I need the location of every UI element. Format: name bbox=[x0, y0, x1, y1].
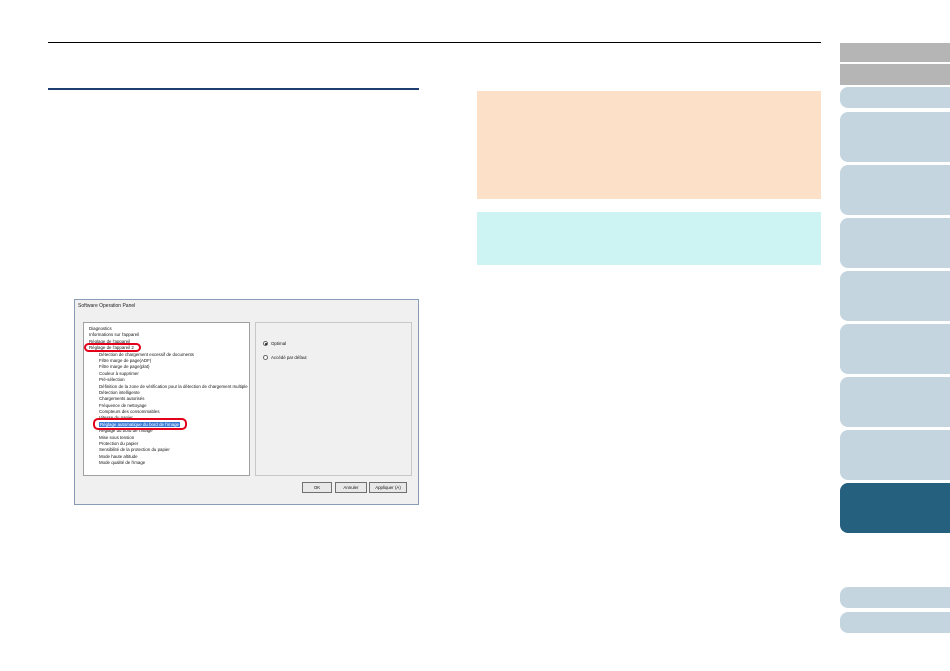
nav-tab-chapter-2[interactable] bbox=[840, 165, 950, 215]
nav-tab-chapter-5[interactable] bbox=[840, 324, 950, 374]
tree-item-label: Mode qualité de l'image bbox=[99, 460, 146, 466]
option-default-label: Accédé par défaut bbox=[271, 355, 307, 360]
tree-item-label: Détection de chargement excessif de docu… bbox=[99, 351, 194, 357]
tree-item-label: Informations sur l'appareil bbox=[89, 332, 140, 338]
tree-item-label: Sensibilité de la protection du papier bbox=[99, 447, 170, 453]
option-default[interactable]: Accédé par défaut bbox=[263, 355, 307, 360]
nav-tab-contents[interactable] bbox=[840, 43, 950, 62]
nav-tab-chapter-4[interactable] bbox=[840, 271, 950, 321]
hint-note-box bbox=[477, 212, 821, 265]
attention-note-box bbox=[477, 91, 821, 199]
tree-item-label: Pré-sélection bbox=[99, 377, 125, 383]
software-operation-panel-screenshot: Software Operation Panel Diagnostics Info… bbox=[74, 299, 419, 505]
option-optimal-label: Optimal bbox=[271, 341, 287, 346]
radio-unchecked-icon bbox=[263, 355, 268, 360]
nav-tab-chapter-3[interactable] bbox=[840, 218, 950, 268]
radio-checked-icon bbox=[263, 341, 268, 346]
tree-item-label: Filtre marge de page(plat) bbox=[99, 364, 150, 370]
tree-item-label: Détection intelligente bbox=[99, 389, 140, 395]
tree-item-label: Protection du papier bbox=[99, 441, 139, 447]
highlight-device-settings-2 bbox=[84, 343, 141, 352]
tree-item-label: Compteurs des consommables bbox=[99, 409, 160, 415]
tree-item-label: Fréquence de nettoyage bbox=[99, 402, 147, 408]
tree-item-label: Diagnostics bbox=[89, 326, 112, 331]
page-top-rule bbox=[48, 42, 821, 43]
tree-item-label: Couleur à supprimer bbox=[99, 370, 139, 376]
nav-tab-chapter-6[interactable] bbox=[840, 377, 950, 427]
nav-tab-glossary[interactable] bbox=[840, 612, 950, 633]
highlight-auto-edge-adjust bbox=[93, 418, 187, 430]
nav-tab-chapter-1[interactable] bbox=[840, 112, 950, 162]
nav-tab-chapter-8-active[interactable] bbox=[840, 483, 950, 533]
apply-button[interactable]: Appliquer (A) bbox=[369, 482, 407, 493]
tree-item[interactable]: Mode qualité de l'image bbox=[84, 460, 249, 466]
tree-item-label: Mode haute altitude bbox=[99, 453, 138, 459]
nav-tab-introduction[interactable] bbox=[840, 87, 950, 108]
options-panel: Optimal Accédé par défaut bbox=[255, 322, 412, 476]
tree-item-label: Chargements autorisés bbox=[99, 396, 145, 402]
nav-tab-chapter-7[interactable] bbox=[840, 430, 950, 480]
nav-tab-index[interactable] bbox=[840, 64, 950, 85]
tree-item-label: Définition de la zone de vérification po… bbox=[99, 383, 248, 389]
dialog-title: Software Operation Panel bbox=[78, 303, 136, 309]
ok-button[interactable]: OK bbox=[302, 482, 332, 493]
nav-tab-appendix[interactable] bbox=[840, 587, 950, 608]
section-heading-rule bbox=[48, 88, 419, 90]
cancel-button[interactable]: Annuler bbox=[335, 482, 367, 493]
tree-item-label: Filtre marge de page(ADF) bbox=[99, 357, 152, 363]
option-optimal[interactable]: Optimal bbox=[263, 341, 286, 346]
tree-item-label: Mise sous tension bbox=[99, 434, 135, 440]
